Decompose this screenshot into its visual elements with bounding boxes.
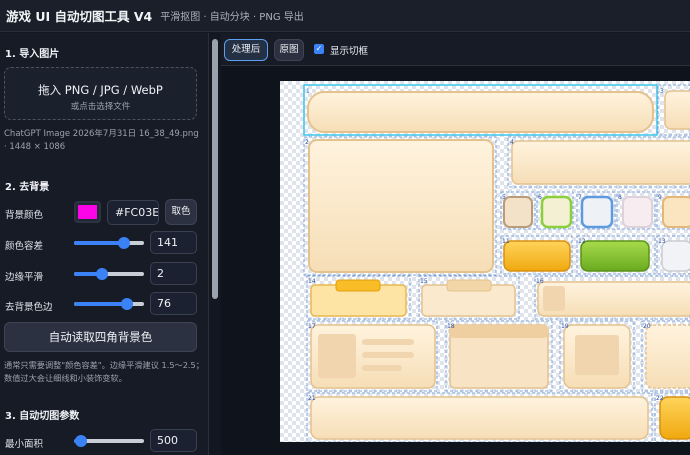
tolerance-slider[interactable] [74,237,144,249]
smooth-label: 边缘平滑 [5,272,44,283]
slider-knob[interactable] [75,435,87,447]
box-label-8: 8 [618,194,622,201]
slice-panel-6 [540,195,573,229]
tolerance-hint: 通常只需要调整"颜色容差"。边缘平滑建议 1.5～2.5；数值过大会让细线和小装… [4,360,204,383]
scrollbar-thumb[interactable] [212,39,218,299]
sliced-canvas[interactable]: 1 2 3 4 5 6 7 8 9 11 12 13 14 15 16 17 1… [280,81,690,442]
box-label-19: 19 [561,323,569,330]
box-label-16: 16 [536,278,544,285]
dropzone-sublabel: 或点击选择文件 [70,102,131,112]
preview-area: 处理后 原图 ✓ 显示切框 1 2 3 4 5 6 7 8 9 11 12 13… [221,33,690,455]
yellow-button-graphic [503,240,571,272]
box-label-20: 20 [643,323,651,330]
defringe-input[interactable]: 76 [150,292,197,315]
slice-image-slot-17 [318,334,356,378]
preview-toolbar: 处理后 原图 ✓ 显示切框 [221,33,690,66]
bg-color-swatch[interactable] [74,201,101,223]
defringe-slider[interactable] [74,298,144,310]
slice-panel-8 [622,196,653,228]
box-label-11: 11 [502,238,510,245]
slice-icon-slot-16 [543,286,565,311]
slice-panel-20 [645,324,690,389]
slice-line-17a [362,339,414,345]
sidebar-scrollbar[interactable] [208,33,220,455]
slice-panel-4 [511,140,690,185]
smooth-slider[interactable] [74,268,144,280]
section-slicing-title: 3. 自动切图参数 [5,411,80,422]
app-title: 游戏 UI 自动切图工具 V4 [6,9,153,24]
slider-knob[interactable] [96,268,108,280]
min-area-slider[interactable] [74,435,144,447]
defringe-label: 去背景色边 [5,302,53,313]
slider-knob[interactable] [121,298,134,310]
box-label-1: 1 [306,88,310,95]
pick-color-button[interactable]: 取色 [165,199,197,225]
slice-line-17b [362,352,414,358]
app-subtitle: 平滑抠图 · 自动分块 · PNG 导出 [160,12,304,23]
box-label-14: 14 [308,278,316,285]
slice-line-17c [362,365,402,371]
box-label-5: 5 [502,194,506,201]
slice-header-18 [450,325,548,338]
slider-knob[interactable] [118,237,131,249]
box-label-18: 18 [447,323,455,330]
slice-panel-1 [307,91,654,133]
slice-panel-9 [662,196,690,228]
slice-panel-3 [664,90,690,130]
slice-tab-15 [446,279,492,292]
settings-sidebar: 1. 导入图片 拖入 PNG / JPG / WebP 或点击选择文件 Chat… [0,33,208,455]
box-label-7: 7 [578,194,582,201]
tolerance-input[interactable]: 141 [150,231,197,254]
slice-image-slot-19 [575,335,619,375]
green-button-graphic [580,240,650,272]
box-label-2: 2 [305,139,309,146]
smooth-input[interactable]: 2 [150,262,197,285]
slice-panel-21 [310,396,649,440]
min-area-label: 最小面积 [5,439,44,450]
app-header: 游戏 UI 自动切图工具 V4 平滑抠图 · 自动分块 · PNG 导出 [0,0,690,32]
original-view-button[interactable]: 原图 [274,39,304,61]
show-boxes-checkbox[interactable]: ✓ [314,44,324,54]
bg-color-fill [78,205,97,219]
bg-color-label: 背景颜色 [5,210,44,221]
box-label-12: 12 [578,238,586,245]
box-label-22: 22 [656,395,664,402]
section-background-title: 2. 去背景 [5,182,50,193]
slice-panel-13 [661,240,690,272]
box-label-17: 17 [308,323,316,330]
show-boxes-label[interactable]: 显示切框 [330,43,368,57]
section-import-title: 1. 导入图片 [5,49,60,60]
box-label-21: 21 [308,395,316,402]
slice-tab-14 [335,279,381,292]
box-label-13: 13 [658,238,666,245]
slice-panel-7 [580,195,614,229]
file-dropzone[interactable]: 拖入 PNG / JPG / WebP 或点击选择文件 [4,67,197,120]
processed-view-button[interactable]: 处理后 [224,39,268,61]
min-area-input[interactable]: 500 [150,429,197,452]
box-label-3: 3 [660,88,664,95]
dropzone-label: 拖入 PNG / JPG / WebP [38,83,163,97]
box-label-4: 4 [510,139,514,146]
tolerance-label: 颜色容差 [5,241,44,252]
auto-read-corners-button[interactable]: 自动读取四角背景色 [4,322,197,352]
box-label-6: 6 [538,194,542,201]
file-info: ChatGPT Image 2026年7月31日 16_38_49.png · … [4,129,199,152]
bg-color-hex-input[interactable]: #FC03E8 [107,200,159,225]
canvas-svg: 1 2 3 4 5 6 7 8 9 11 12 13 14 15 16 17 1… [280,81,690,442]
slice-panel-22 [659,396,690,440]
slice-panel-5 [503,196,533,228]
box-label-9: 9 [658,194,662,201]
box-label-15: 15 [420,278,428,285]
slice-panel-2 [308,139,494,273]
